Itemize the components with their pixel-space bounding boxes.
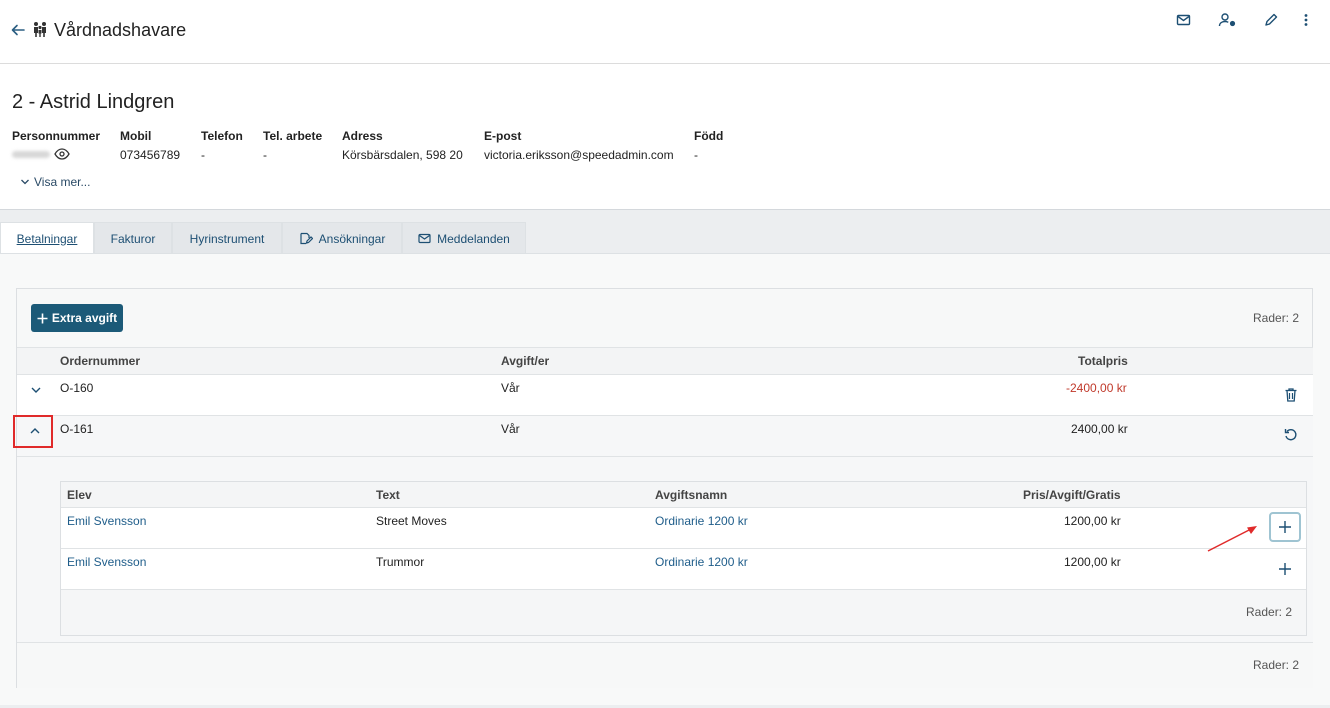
info-epost: E-post victoria.eriksson@speedadmin.com (484, 129, 674, 162)
tab-meddelanden[interactable]: Meddelanden (402, 222, 526, 254)
info-value: - (201, 148, 205, 162)
info-label: Tel. arbete (263, 129, 323, 143)
sub-rows-count: Rader: 2 (1246, 605, 1293, 619)
tab-label: Fakturor (110, 231, 156, 246)
info-tel-arbete: Tel. arbete - (263, 129, 322, 162)
fee-name: Vår (501, 381, 520, 395)
info-telefon: Telefon - (201, 129, 243, 162)
tab-betalningar[interactable]: Betalningar (0, 222, 94, 254)
info-label: Telefon (201, 129, 243, 143)
tab-ansokningar[interactable]: Ansökningar (282, 222, 402, 254)
total-price: -2400,00 kr (1066, 381, 1127, 395)
fee-name-link[interactable]: Ordinarie 1200 kr (655, 555, 748, 569)
user-settings-icon[interactable] (1218, 12, 1240, 34)
fee-name-link[interactable]: Ordinarie 1200 kr (655, 514, 748, 528)
arrow-left-icon[interactable] (10, 22, 26, 38)
info-value: victoria.eriksson@speedadmin.com (484, 148, 674, 162)
info-mobil: Mobil 073456789 (120, 129, 180, 162)
column-header[interactable]: Avgift/er (501, 354, 549, 368)
plus-icon (37, 313, 48, 324)
column-header[interactable]: Elev (67, 488, 92, 502)
divider (17, 456, 1313, 457)
people-icon (31, 20, 49, 38)
tab-hyrinstrument[interactable]: Hyrinstrument (172, 222, 282, 254)
fee-name: Vår (501, 422, 520, 436)
price: 1200,00 kr (1064, 555, 1121, 569)
plus-icon (1278, 562, 1292, 576)
tab-fakturor[interactable]: Fakturor (94, 222, 172, 254)
tab-label: Betalningar (16, 231, 78, 246)
order-number: O-161 (60, 422, 94, 436)
info-label: Personnummer (12, 129, 101, 143)
row-text: Trummor (376, 555, 425, 569)
mail-icon (418, 233, 431, 244)
footer-rows-count: Rader: 2 (1253, 658, 1300, 672)
page-title: Vårdnadshavare (54, 20, 187, 40)
column-header[interactable]: Text (376, 488, 400, 502)
chevron-down-icon (20, 177, 30, 187)
info-label: Född (694, 129, 724, 143)
more-vertical-icon[interactable] (1298, 12, 1320, 34)
info-fodd: Född - (694, 129, 723, 162)
add-button[interactable] (1278, 562, 1292, 576)
mail-icon[interactable] (1175, 12, 1197, 34)
chevron-down-icon[interactable] (29, 383, 43, 397)
column-header[interactable]: Pris/Avgift/Gratis (1023, 488, 1121, 502)
info-label: Mobil (120, 129, 152, 143)
extra-fee-label: Extra avgift (51, 311, 118, 325)
info-value: - (263, 148, 267, 162)
table-footer (17, 643, 1313, 688)
hidden-value (12, 150, 50, 158)
info-value (12, 148, 100, 160)
column-header[interactable]: Totalpris (1078, 354, 1128, 368)
plus-icon (1278, 520, 1292, 534)
student-link[interactable]: Emil Svensson (67, 555, 146, 569)
student-link[interactable]: Emil Svensson (67, 514, 146, 528)
undo-icon[interactable] (1283, 427, 1299, 443)
info-personnummer: Personnummer (12, 129, 100, 160)
annotation-arrow (1205, 522, 1261, 554)
annotation-highlight-box (13, 415, 53, 448)
info-label: Adress (342, 129, 383, 143)
pencil-icon[interactable] (1263, 12, 1285, 34)
tab-label: Meddelanden (437, 231, 510, 246)
info-label: E-post (484, 129, 522, 143)
column-header[interactable]: Ordernummer (60, 354, 140, 368)
price: 1200,00 kr (1064, 514, 1121, 528)
eye-icon[interactable] (54, 148, 70, 160)
order-number: O-160 (60, 381, 94, 395)
info-value: - (694, 148, 698, 162)
show-more-label: Visa mer... (34, 175, 91, 189)
row-text: Street Moves (376, 514, 447, 528)
add-button[interactable] (1269, 512, 1301, 542)
show-more-link[interactable]: Visa mer... (20, 175, 90, 189)
extra-fee-button[interactable]: Extra avgift (31, 304, 123, 332)
column-header[interactable]: Avgiftsnamn (655, 488, 727, 502)
info-value: 073456789 (120, 148, 181, 162)
rows-count: Rader: 2 (1253, 311, 1300, 325)
total-price: 2400,00 kr (1071, 422, 1128, 436)
tab-label: Ansökningar (318, 231, 386, 246)
person-title: 2 - Astrid Lindgren (12, 91, 175, 113)
info-adress: Adress Körsbärsdalen, 598 20 (342, 129, 463, 162)
top-bar (0, 0, 1330, 64)
trash-icon[interactable] (1284, 387, 1298, 403)
tab-label: Hyrinstrument (189, 231, 265, 246)
info-value: Körsbärsdalen, 598 20 (342, 148, 463, 162)
edit-document-icon (299, 232, 313, 245)
